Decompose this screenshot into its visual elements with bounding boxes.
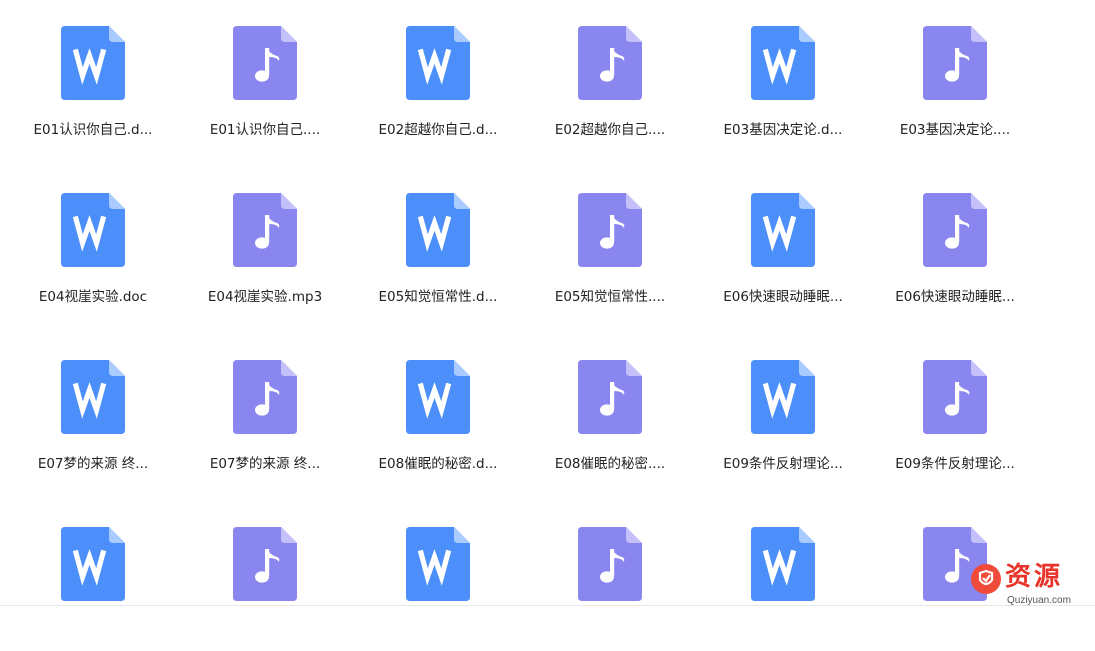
file-item-doc[interactable] [352,501,524,651]
file-name-label: E03基因决定论.d... [697,121,869,139]
music-note-icon [923,360,987,434]
file-name-label: E06快速眼动睡眠... [697,288,869,306]
file-item-doc[interactable] [697,501,869,651]
word-doc-icon [406,26,470,100]
file-item-audio[interactable]: E02超越你自己.... [524,0,696,150]
music-note-icon [233,193,297,267]
file-name-label: E07梦的来源 终... [7,455,179,473]
music-note-icon [578,360,642,434]
file-item-audio[interactable]: E06快速眼动睡眠... [869,167,1041,317]
word-doc-icon [61,527,125,601]
file-name-label: E02超越你自己.d... [352,121,524,139]
file-name-label: E08催眠的秘密.d... [352,455,524,473]
word-doc-icon [406,527,470,601]
file-item-audio[interactable]: E07梦的来源 终... [179,334,351,484]
word-doc-icon [61,26,125,100]
file-item-audio[interactable]: E01认识你自己.... [179,0,351,150]
file-item-audio[interactable] [179,501,351,651]
word-doc-icon [751,26,815,100]
file-item-audio[interactable]: E09条件反射理论... [869,334,1041,484]
music-note-icon [578,527,642,601]
word-doc-icon [751,193,815,267]
file-item-doc[interactable] [7,501,179,651]
file-name-label: E02超越你自己.... [524,121,696,139]
file-name-label: E09条件反射理论... [869,455,1041,473]
watermark-subtext: Quziyuan.com [1007,595,1071,607]
file-item-audio[interactable]: E08催眠的秘密.... [524,334,696,484]
music-note-icon [233,527,297,601]
file-name-label: E04视崖实验.doc [7,288,179,306]
file-name-label: E03基因决定论.... [869,121,1041,139]
file-item-doc[interactable]: E09条件反射理论... [697,334,869,484]
music-note-icon [923,26,987,100]
file-name-label: E01认识你自己.... [179,121,351,139]
file-item-doc[interactable]: E01认识你自己.d... [7,0,179,150]
file-item-doc[interactable]: E08催眠的秘密.d... [352,334,524,484]
file-item-doc[interactable]: E03基因决定论.d... [697,0,869,150]
file-name-label: E05知觉恒常性.... [524,288,696,306]
word-doc-icon [406,360,470,434]
file-item-audio[interactable]: E04视崖实验.mp3 [179,167,351,317]
file-item-doc[interactable]: E04视崖实验.doc [7,167,179,317]
file-item-audio[interactable]: E03基因决定论.... [869,0,1041,150]
word-doc-icon [61,193,125,267]
word-doc-icon [751,527,815,601]
file-item-audio[interactable] [524,501,696,651]
file-name-label: E04视崖实验.mp3 [179,288,351,306]
file-name-label: E08催眠的秘密.... [524,455,696,473]
file-name-label: E06快速眼动睡眠... [869,288,1041,306]
music-note-icon [578,193,642,267]
watermark-logo: 资源 Quziyuan.com [971,560,1091,610]
file-item-audio[interactable]: E05知觉恒常性.... [524,167,696,317]
file-name-label: E05知觉恒常性.d... [352,288,524,306]
logo-badge-icon [971,564,1001,594]
file-item-doc[interactable]: E05知觉恒常性.d... [352,167,524,317]
file-grid: E01认识你自己.d...E01认识你自己....E02超越你自己.d...E0… [0,0,1095,612]
bottom-divider [0,605,1095,606]
word-doc-icon [61,360,125,434]
word-doc-icon [406,193,470,267]
file-item-doc[interactable]: E06快速眼动睡眠... [697,167,869,317]
watermark-text: 资源 [1005,560,1063,594]
music-note-icon [233,26,297,100]
word-doc-icon [751,360,815,434]
music-note-icon [923,193,987,267]
file-name-label: E09条件反射理论... [697,455,869,473]
file-item-doc[interactable]: E02超越你自己.d... [352,0,524,150]
file-name-label: E01认识你自己.d... [7,121,179,139]
file-name-label: E07梦的来源 终... [179,455,351,473]
file-item-doc[interactable]: E07梦的来源 终... [7,334,179,484]
music-note-icon [233,360,297,434]
music-note-icon [578,26,642,100]
